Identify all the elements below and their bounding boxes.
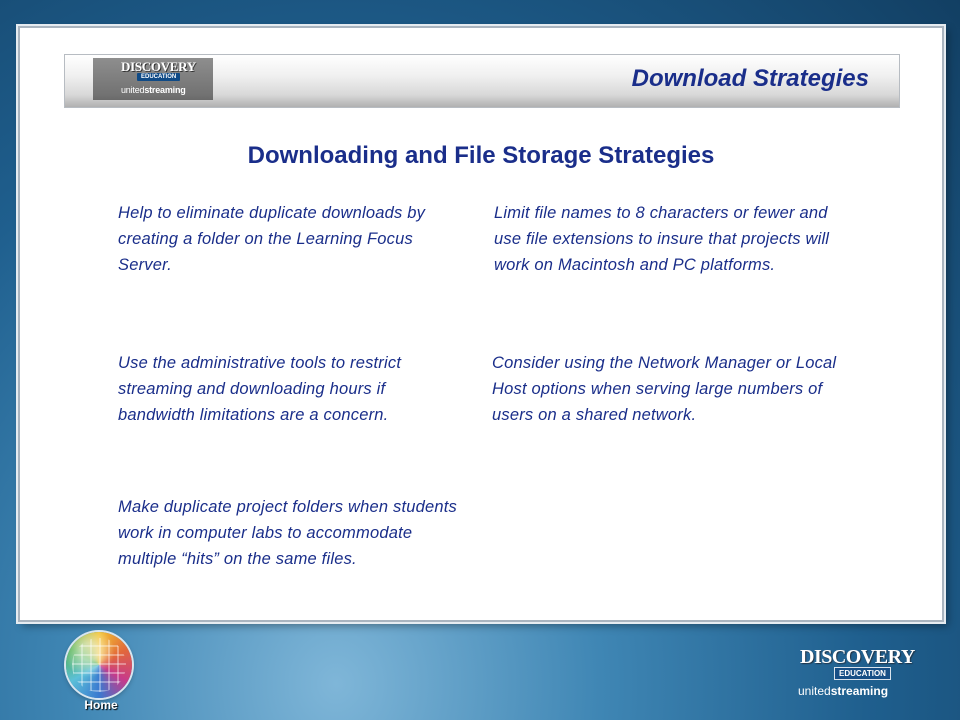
logo-education-text: EDUCATION [137,73,181,81]
logo-united: united [121,85,145,95]
tip-network-manager: Consider using the Network Manager or Lo… [492,354,837,424]
logo-unitedstreaming-text: unitedstreaming [121,85,186,95]
header-bar: DISCOVERY EDUCATION unitedstreaming Down… [64,54,900,108]
footer-logo-education: EDUCATION [834,667,891,680]
logo-streaming: streaming [144,85,186,95]
slide-panel: DISCOVERY EDUCATION unitedstreaming Down… [18,26,944,622]
footer-logo-streaming: streaming [830,684,889,698]
footer-logo-discovery: DISCOVERY [800,646,915,668]
home-button[interactable]: Home [62,632,140,712]
discovery-education-logo: DISCOVERY EDUCATION unitedstreaming [93,58,213,100]
globe-icon [66,632,132,698]
tip-admin-tools: Use the administrative tools to restrict… [118,354,402,424]
header-shade [65,95,899,107]
tip-duplicate-folders: Make duplicate project folders when stud… [118,498,457,568]
header-title: Download Strategies [631,65,869,92]
footer-logo-united: united [798,684,831,698]
home-label: Home [84,698,118,712]
tip-duplicate-downloads: Help to eliminate duplicate downloads by… [118,204,426,274]
footer-discovery-logo: DISCOVERY EDUCATION unitedstreaming [798,646,915,702]
tip-file-names: Limit file names to 8 characters or fewe… [494,204,830,274]
page-title: Downloading and File Storage Strategies [247,142,715,169]
footer-logo-unitedstreaming: unitedstreaming [798,684,888,698]
